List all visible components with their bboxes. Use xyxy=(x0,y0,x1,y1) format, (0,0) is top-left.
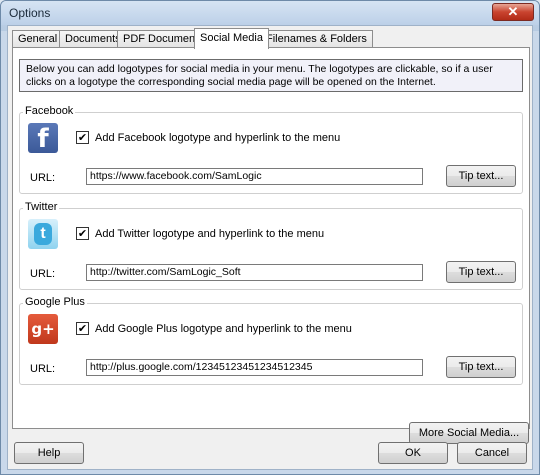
twitter-checkbox-row[interactable]: ✔ Add Twitter logotype and hyperlink to … xyxy=(76,227,324,240)
options-dialog: Options ✕ General Documents PDF Document… xyxy=(0,0,540,475)
google-plus-group: Google Plus g+ ✔ Add Google Plus logotyp… xyxy=(19,296,523,385)
dialog-body: General Documents PDF Documents Social M… xyxy=(7,25,533,470)
tab-social-media[interactable]: Social Media xyxy=(194,28,269,49)
close-button[interactable]: ✕ xyxy=(492,3,534,21)
twitter-url-input[interactable]: http://twitter.com/SamLogic_Soft xyxy=(86,264,423,281)
google-plus-group-title: Google Plus xyxy=(23,296,87,308)
google-plus-checkbox-label: Add Google Plus logotype and hyperlink t… xyxy=(95,322,352,335)
info-text: Below you can add logotypes for social m… xyxy=(19,59,523,92)
twitter-tip-text-button[interactable]: Tip text... xyxy=(446,261,516,283)
cancel-button[interactable]: Cancel xyxy=(457,442,527,464)
twitter-bird-glyph: t xyxy=(34,223,52,245)
google-plus-checkbox[interactable]: ✔ xyxy=(76,322,89,335)
google-plus-url-label: URL: xyxy=(30,363,56,375)
window-title: Options xyxy=(9,6,51,20)
facebook-checkbox-row[interactable]: ✔ Add Facebook logotype and hyperlink to… xyxy=(76,131,340,144)
facebook-url-input[interactable]: https://www.facebook.com/SamLogic xyxy=(86,168,423,185)
google-plus-checkbox-row[interactable]: ✔ Add Google Plus logotype and hyperlink… xyxy=(76,322,352,335)
facebook-checkbox[interactable]: ✔ xyxy=(76,131,89,144)
facebook-tip-text-button[interactable]: Tip text... xyxy=(446,165,516,187)
facebook-group-title: Facebook xyxy=(23,105,76,117)
help-button[interactable]: Help xyxy=(14,442,84,464)
facebook-checkbox-label: Add Facebook logotype and hyperlink to t… xyxy=(95,131,341,144)
more-social-media-button[interactable]: More Social Media... xyxy=(409,422,529,444)
title-bar[interactable]: Options ✕ xyxy=(1,1,539,25)
twitter-url-label: URL: xyxy=(30,268,56,280)
twitter-group-title: Twitter xyxy=(23,201,60,213)
facebook-icon: f xyxy=(28,123,58,154)
twitter-checkbox-label: Add Twitter logotype and hyperlink to th… xyxy=(95,227,325,240)
twitter-icon: t xyxy=(28,219,58,249)
facebook-url-label: URL: xyxy=(30,172,56,184)
tab-filenames-folders[interactable]: Filenames & Folders xyxy=(260,30,373,48)
facebook-group: Facebook f ✔ Add Facebook logotype and h… xyxy=(19,105,523,194)
twitter-group: Twitter t ✔ Add Twitter logotype and hyp… xyxy=(19,201,523,290)
google-plus-url-input[interactable]: http://plus.google.com/12345123451234512… xyxy=(86,359,423,376)
social-media-panel: Below you can add logotypes for social m… xyxy=(12,47,530,444)
twitter-checkbox[interactable]: ✔ xyxy=(76,227,89,240)
ok-button[interactable]: OK xyxy=(378,442,448,464)
google-plus-tip-text-button[interactable]: Tip text... xyxy=(446,356,516,378)
google-plus-icon: g+ xyxy=(28,314,58,344)
tab-general[interactable]: General xyxy=(12,30,64,48)
